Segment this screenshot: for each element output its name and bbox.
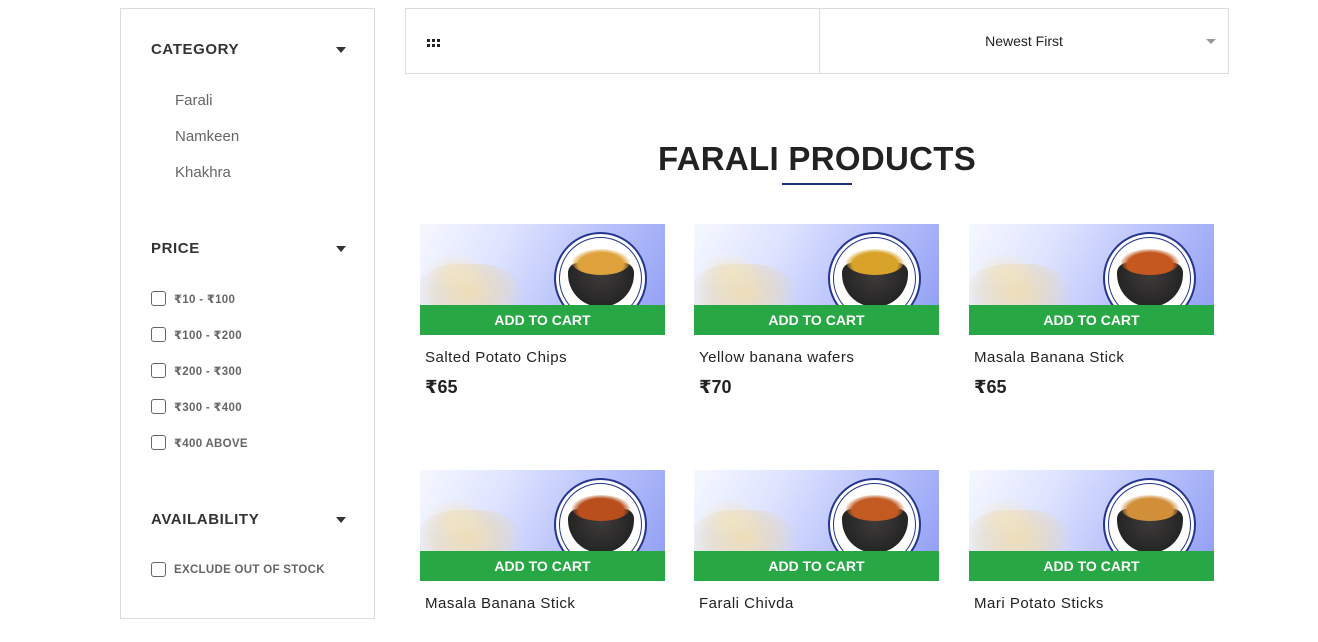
price-option-100-200[interactable]: ₹100 - ₹200 [151, 327, 242, 342]
price-option-10-100[interactable]: ₹10 - ₹100 [151, 291, 235, 306]
product-image[interactable]: ADD TO CART [694, 470, 939, 581]
snack-bowl-icon [567, 248, 634, 307]
product-background-image [426, 252, 486, 292]
page-title: FARALI PRODUCTS [658, 140, 976, 177]
availability-title: AVAILABILITY [151, 511, 260, 528]
snack-icon [845, 248, 904, 275]
chevron-down-icon[interactable] [1206, 39, 1216, 44]
product-background-image [700, 252, 760, 292]
product-price: ₹65 [425, 377, 458, 397]
price-option-label: ₹300 - ₹400 [174, 401, 242, 414]
category-item-namkeen[interactable]: Namkeen [175, 127, 239, 163]
title-underline [782, 183, 852, 185]
chevron-down-icon[interactable] [336, 516, 346, 523]
add-to-cart-button[interactable]: ADD TO CART [420, 551, 665, 581]
availability-header[interactable]: AVAILABILITY [151, 511, 346, 528]
category-item-khakhra[interactable]: Khakhra [175, 163, 239, 199]
product-card[interactable]: ADD TO CART Mari Potato Sticks [969, 470, 1214, 612]
sort-select-value: Newest First [985, 33, 1063, 49]
price-option-label: ₹200 - ₹300 [174, 365, 242, 378]
view-toggle-area [406, 9, 820, 73]
product-card[interactable]: ADD TO CART Masala Banana Stick ₹65 [969, 224, 1214, 398]
category-header[interactable]: CATEGORY [151, 41, 346, 58]
filter-sidebar: CATEGORY Farali Namkeen Khakhra PRICE ₹1… [120, 8, 375, 619]
snack-bowl-icon [1116, 248, 1183, 307]
add-to-cart-button[interactable]: ADD TO CART [969, 305, 1214, 335]
product-name[interactable]: Yellow banana wafers [699, 349, 939, 366]
snack-icon [571, 494, 630, 521]
snack-icon [845, 494, 904, 521]
category-item-farali[interactable]: Farali [175, 91, 239, 127]
checkbox[interactable] [151, 435, 166, 450]
product-image[interactable]: ADD TO CART [694, 224, 939, 335]
checkbox[interactable] [151, 399, 166, 414]
snack-bowl-icon [567, 494, 634, 553]
snack-bowl-icon [1116, 494, 1183, 553]
category-title: CATEGORY [151, 41, 240, 58]
add-to-cart-button[interactable]: ADD TO CART [694, 305, 939, 335]
price-option-300-400[interactable]: ₹300 - ₹400 [151, 399, 242, 414]
product-card[interactable]: ADD TO CART Farali Chivda [694, 470, 939, 612]
product-name[interactable]: Farali Chivda [699, 595, 939, 612]
price-option-label: ₹400 ABOVE [174, 437, 248, 450]
snack-bowl-icon [841, 494, 908, 553]
price-title: PRICE [151, 240, 200, 257]
snack-icon [1120, 248, 1179, 275]
category-list: Farali Namkeen Khakhra [175, 91, 239, 199]
checkbox[interactable] [151, 291, 166, 306]
product-name[interactable]: Salted Potato Chips [425, 349, 665, 366]
snack-icon [1120, 494, 1179, 521]
add-to-cart-button[interactable]: ADD TO CART [969, 551, 1214, 581]
product-image[interactable]: ADD TO CART [420, 470, 665, 581]
availability-option-label: EXCLUDE OUT OF STOCK [174, 563, 325, 576]
checkbox[interactable] [151, 363, 166, 378]
grid-view-icon[interactable] [427, 39, 440, 49]
price-option-400-above[interactable]: ₹400 ABOVE [151, 435, 248, 450]
product-name[interactable]: Masala Banana Stick [974, 349, 1214, 366]
product-background-image [975, 252, 1035, 292]
product-price: ₹70 [699, 377, 732, 397]
product-price: ₹65 [974, 377, 1007, 397]
product-name[interactable]: Masala Banana Stick [425, 595, 665, 612]
price-option-label: ₹10 - ₹100 [174, 293, 236, 306]
snack-bowl-icon [841, 248, 908, 307]
price-header[interactable]: PRICE [151, 240, 346, 257]
product-card[interactable]: ADD TO CART Masala Banana Stick [420, 470, 665, 612]
chevron-down-icon[interactable] [336, 46, 346, 53]
product-card[interactable]: ADD TO CART Yellow banana wafers ₹70 [694, 224, 939, 398]
product-toolbar: Newest First [405, 8, 1229, 74]
price-option-200-300[interactable]: ₹200 - ₹300 [151, 363, 242, 378]
product-name[interactable]: Mari Potato Sticks [974, 595, 1214, 612]
checkbox[interactable] [151, 562, 166, 577]
add-to-cart-button[interactable]: ADD TO CART [420, 305, 665, 335]
exclude-out-of-stock-option[interactable]: EXCLUDE OUT OF STOCK [151, 562, 325, 577]
price-option-label: ₹100 - ₹200 [174, 329, 242, 342]
product-image[interactable]: ADD TO CART [969, 224, 1214, 335]
chevron-down-icon[interactable] [336, 245, 346, 252]
sort-select[interactable]: Newest First [820, 9, 1228, 73]
product-background-image [700, 498, 760, 538]
snack-icon [571, 248, 630, 275]
add-to-cart-button[interactable]: ADD TO CART [694, 551, 939, 581]
product-image[interactable]: ADD TO CART [420, 224, 665, 335]
product-image[interactable]: ADD TO CART [969, 470, 1214, 581]
product-background-image [975, 498, 1035, 538]
checkbox[interactable] [151, 327, 166, 342]
product-background-image [426, 498, 486, 538]
product-card[interactable]: ADD TO CART Salted Potato Chips ₹65 [420, 224, 665, 398]
